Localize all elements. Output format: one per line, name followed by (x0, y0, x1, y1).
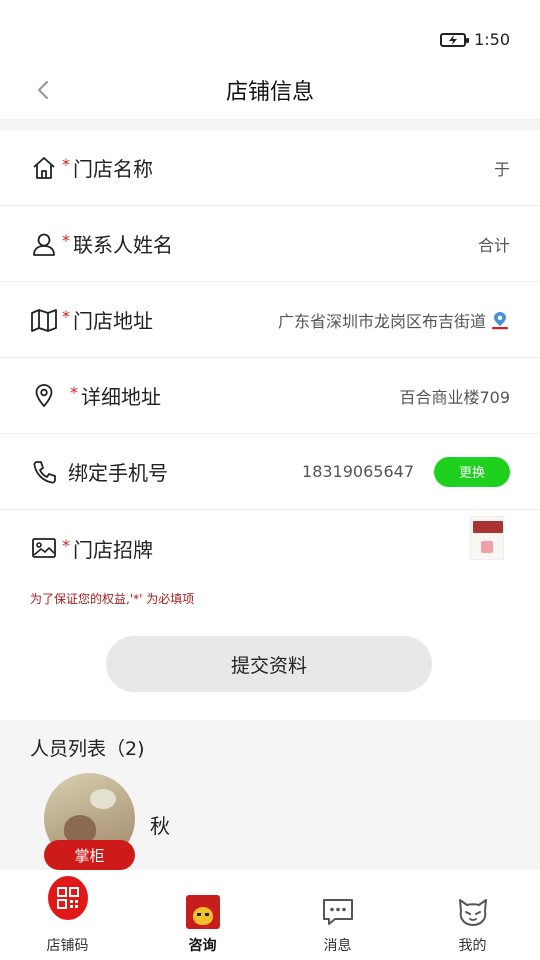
map-icon (30, 306, 58, 334)
role-badge: 掌柜 (44, 840, 135, 870)
home-icon (30, 154, 58, 182)
contact-name-row[interactable]: * 联系人姓名 合计 (0, 206, 540, 282)
staff-list-section: 人员列表（2) 掌柜 秋 (0, 720, 540, 870)
map-pin-icon[interactable] (490, 310, 510, 330)
tab-consult[interactable]: 咨询 (135, 870, 270, 960)
nav-bar: 店铺信息 (0, 60, 540, 120)
required-mark: * (62, 155, 70, 174)
tab-label: 我的 (458, 938, 487, 954)
tab-label: 咨询 (188, 938, 217, 954)
status-time: 1:50 (474, 30, 510, 49)
tab-label: 店铺码 (46, 938, 89, 954)
profile-icon (453, 892, 493, 932)
staff-name[interactable]: 秋 (150, 810, 170, 839)
store-name-value[interactable]: 于 (494, 156, 510, 180)
image-icon (30, 534, 58, 562)
change-phone-button[interactable]: 更换 (434, 456, 510, 487)
required-notice: 为了保证您的权益,'*' 为必填项 (30, 592, 195, 606)
phone-row: 绑定手机号 18319065647 更换 (0, 434, 540, 510)
store-address-label: * 门店地址 (62, 307, 153, 333)
detail-address-label: * 详细地址 (70, 383, 161, 409)
phone-label: 绑定手机号 (68, 461, 168, 485)
store-address-text: 广东省深圳市龙岗区布吉街道 (277, 311, 486, 331)
location-pin-icon (30, 382, 58, 410)
tab-store-code[interactable]: 店铺码 (0, 870, 135, 960)
battery-charging-icon (440, 32, 470, 47)
store-name-row[interactable]: * 门店名称 于 (0, 130, 540, 206)
qr-code-icon (47, 876, 88, 920)
back-button[interactable] (28, 74, 58, 106)
contact-name-value[interactable]: 合计 (478, 232, 510, 256)
status-right: 1:50 (440, 30, 510, 49)
store-info-form: * 门店名称 于 * 联系人姓名 合计 * 门店地址 广东省深圳市龙岗区布吉街道 * 详… (0, 130, 540, 720)
chevron-left-icon (37, 80, 49, 100)
store-address-value[interactable]: 广东省深圳市龙岗区布吉街道 (278, 308, 510, 332)
bottom-tab-bar: 店铺码 咨询 消息 我的 (0, 870, 540, 960)
signboard-label: * 门店招牌 (62, 535, 153, 562)
detail-address-value[interactable]: 百合商业楼709 (399, 384, 510, 408)
store-name-label: * 门店名称 (62, 155, 153, 181)
required-mark: * (62, 307, 70, 326)
staff-list-title: 人员列表（2) (30, 738, 145, 760)
signboard-row[interactable]: * 门店招牌 (0, 510, 540, 586)
phone-number: 18319065647 (302, 462, 414, 481)
contact-name-label: * 联系人姓名 (62, 231, 173, 257)
tab-messages[interactable]: 消息 (270, 870, 405, 960)
phone-value: 18319065647 更换 (302, 456, 510, 487)
required-mark: * (62, 535, 70, 555)
store-address-row[interactable]: * 门店地址 广东省深圳市龙岗区布吉街道 (0, 282, 540, 358)
tab-label: 消息 (323, 938, 352, 954)
signboard-image-thumbnail[interactable] (470, 516, 504, 560)
page-title: 店铺信息 (225, 79, 314, 105)
submit-button[interactable]: 提交资料 (106, 636, 432, 692)
tab-profile[interactable]: 我的 (405, 870, 540, 960)
detail-address-row[interactable]: * 详细地址 百合商业楼709 (0, 358, 540, 434)
person-icon (30, 230, 58, 258)
consult-icon (183, 892, 223, 932)
required-mark: * (62, 231, 70, 250)
status-bar: 1:50 (0, 0, 540, 60)
phone-icon (30, 458, 58, 486)
message-icon (318, 892, 358, 932)
required-mark: * (70, 383, 78, 402)
